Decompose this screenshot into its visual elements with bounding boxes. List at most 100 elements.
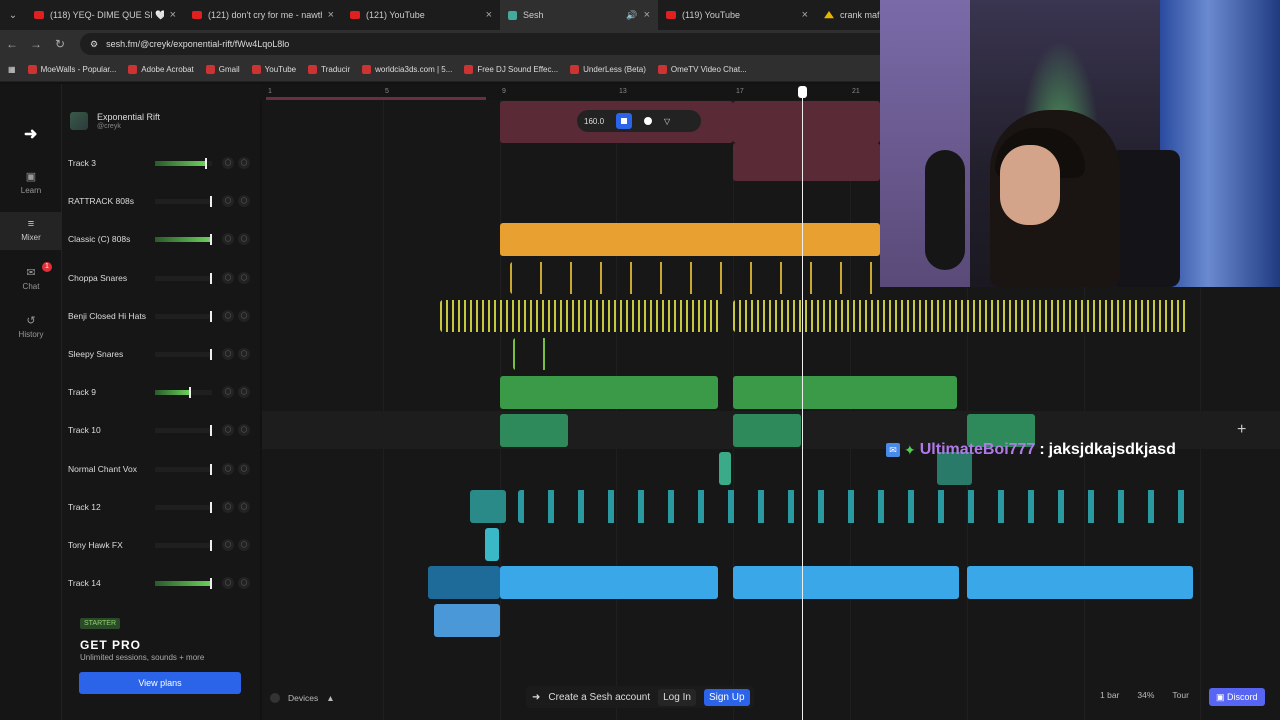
browser-tab-active[interactable]: Sesh 🔊 × [500, 0, 658, 30]
track-name[interactable]: Track 14 [68, 578, 101, 588]
nav-mixer[interactable]: ≡ Mixer [0, 212, 62, 250]
browser-tab[interactable]: (121) YouTube × [342, 0, 500, 30]
track-name[interactable]: Track 9 [68, 387, 96, 397]
volume-slider[interactable] [155, 578, 212, 590]
volume-slider[interactable] [155, 158, 212, 169]
reload-icon[interactable]: ↻ [48, 37, 72, 51]
track-row[interactable]: Track 12 ◯ ◯ [62, 488, 260, 526]
clip-track-14[interactable] [733, 566, 959, 599]
track-name[interactable]: Sleepy Snares [68, 349, 123, 359]
session-user[interactable]: @creyk [97, 123, 121, 130]
track-row[interactable]: Tony Hawk FX ◯ ◯ [62, 526, 260, 564]
clip-rattrack-808s[interactable] [733, 143, 880, 181]
clip-track-14-extra[interactable] [434, 604, 500, 637]
back-icon[interactable]: ← [0, 37, 24, 51]
track-name[interactable]: Choppa Snares [68, 273, 127, 283]
volume-knob[interactable] [210, 272, 212, 284]
nav-chat[interactable]: ✉ Chat 1 [0, 262, 62, 291]
mute-icon[interactable]: ◯ [222, 424, 234, 437]
track-row[interactable]: Normal Chant Vox ◯ ◯ [62, 450, 260, 488]
clip-benji-hi-hats[interactable] [440, 300, 720, 332]
bookmark[interactable]: YouTube [251, 65, 296, 74]
clip-track-3[interactable] [733, 101, 880, 143]
apps-icon[interactable]: ▦ [8, 65, 16, 74]
headphones-icon[interactable]: ◯ [238, 233, 250, 246]
stop-button[interactable] [616, 113, 633, 129]
clip-tony-hawk-fx[interactable] [485, 528, 499, 561]
headphones-icon[interactable]: ◯ [238, 386, 250, 399]
bar-length-select[interactable]: 1 bar [1100, 690, 1119, 700]
headphones-icon[interactable]: ◯ [238, 348, 250, 360]
clip-classic-808s[interactable] [500, 223, 880, 256]
bookmark[interactable]: Traducir [308, 65, 350, 74]
bookmark[interactable]: worldcia3ds.com | 5... [362, 65, 452, 74]
view-plans-button[interactable]: View plans [79, 672, 241, 694]
volume-knob[interactable] [210, 425, 212, 437]
forward-icon[interactable]: → [24, 37, 48, 51]
mute-icon[interactable]: ◯ [222, 195, 234, 208]
mute-icon[interactable]: ◯ [222, 233, 234, 246]
headphones-icon[interactable]: ◯ [238, 424, 250, 437]
mute-icon[interactable]: ◯ [222, 577, 234, 590]
track-name[interactable]: Normal Chant Vox [68, 464, 137, 474]
track-name[interactable]: RATTRACK 808s [68, 196, 134, 206]
headphones-icon[interactable]: ◯ [238, 462, 250, 475]
browser-tab[interactable]: (121) don't cry for me - nawthy × [184, 0, 342, 30]
url-field[interactable]: ⚙ sesh.fm/@creyk/exponential-rift/fWw4Lqo… [80, 33, 900, 55]
clip-sleepy-snares[interactable] [513, 338, 547, 370]
volume-knob[interactable] [210, 349, 212, 360]
mute-icon[interactable]: ◯ [222, 462, 234, 475]
mute-icon[interactable]: ◯ [222, 386, 234, 399]
bookmark[interactable]: MoeWalls - Popular... [27, 65, 116, 74]
clip-track-10[interactable] [733, 414, 801, 447]
volume-slider[interactable] [155, 463, 212, 475]
volume-slider[interactable] [155, 540, 212, 551]
mute-icon[interactable]: ◯ [222, 539, 234, 551]
site-info-icon[interactable]: ⚙ [90, 39, 98, 50]
bookmark[interactable]: Adobe Acrobat [128, 65, 194, 74]
close-icon[interactable]: × [644, 9, 650, 21]
volume-slider[interactable] [155, 501, 212, 513]
track-row[interactable]: Track 9 ◯ ◯ [62, 373, 260, 411]
volume-slider[interactable] [155, 349, 212, 360]
clip-track-9[interactable] [733, 376, 957, 409]
track-name[interactable]: Track 12 [68, 502, 101, 512]
mute-icon[interactable]: ◯ [222, 271, 234, 284]
close-icon[interactable]: × [328, 9, 334, 21]
volume-slider[interactable] [155, 387, 212, 399]
volume-knob[interactable] [210, 578, 212, 590]
devices-button[interactable]: Devices ▲ [270, 688, 335, 708]
sesh-logo[interactable]: ➜ [24, 124, 40, 143]
playhead[interactable] [802, 90, 803, 720]
headphones-icon[interactable]: ◯ [238, 500, 250, 513]
bpm-field[interactable]: 160.0 [584, 117, 604, 126]
nav-learn[interactable]: ▣ Learn [0, 170, 62, 195]
volume-knob[interactable] [210, 196, 212, 208]
track-row[interactable]: Track 14 ◯ ◯ [62, 564, 260, 602]
mute-icon[interactable]: ◯ [222, 500, 234, 513]
bookmark[interactable]: UnderLess (Beta) [570, 65, 646, 74]
clip-track-10[interactable] [500, 414, 568, 447]
bookmark[interactable]: OmeTV Video Chat... [657, 65, 747, 74]
speaker-icon[interactable]: 🔊 [626, 10, 637, 21]
signup-button[interactable]: Sign Up [703, 688, 750, 706]
volume-knob[interactable] [210, 501, 212, 513]
clip-track-14[interactable] [428, 566, 500, 599]
clip-track-14[interactable] [500, 566, 718, 599]
headphones-icon[interactable]: ◯ [238, 157, 250, 169]
volume-knob[interactable] [210, 234, 212, 246]
bookmark[interactable]: Free DJ Sound Effec... [464, 65, 558, 74]
volume-slider[interactable] [155, 272, 212, 284]
mute-icon[interactable]: ◯ [222, 309, 234, 322]
close-icon[interactable]: × [802, 9, 808, 21]
volume-knob[interactable] [189, 387, 192, 399]
playhead-handle[interactable] [798, 86, 807, 98]
login-button[interactable]: Log In [658, 688, 696, 706]
close-icon[interactable]: × [486, 9, 492, 21]
volume-slider[interactable] [155, 310, 212, 322]
mute-icon[interactable]: ◯ [222, 348, 234, 360]
volume-knob[interactable] [205, 158, 208, 169]
record-button[interactable] [644, 117, 653, 125]
track-row[interactable]: Sleepy Snares ◯ ◯ [62, 335, 260, 373]
bookmark[interactable]: Gmail [205, 65, 240, 74]
